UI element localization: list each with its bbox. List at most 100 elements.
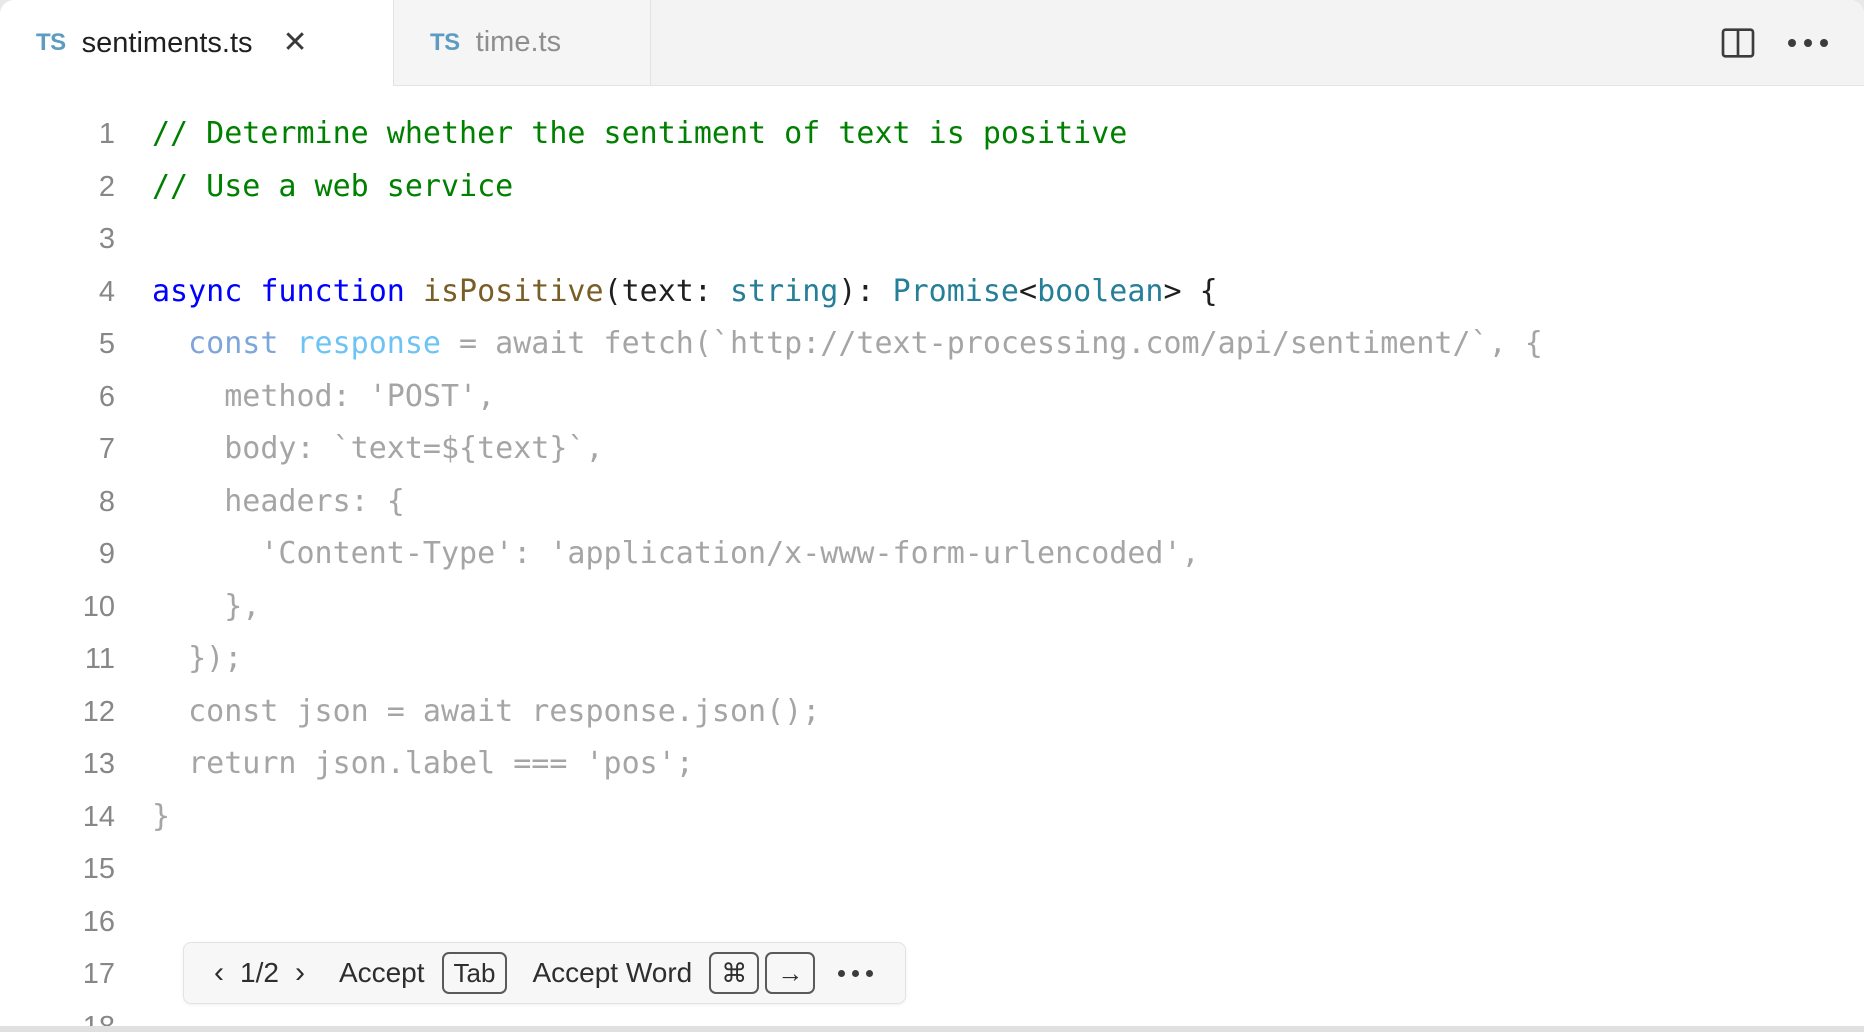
accept-word-key-command[interactable]: ⌘ [709, 952, 760, 994]
line-content: body: `text=${text}`, [115, 423, 604, 476]
line-content: }, [115, 581, 260, 634]
code-line: 16 [0, 896, 1864, 949]
line-content: async function isPositive(text: string):… [115, 266, 1218, 319]
line-number: 3 [98, 223, 115, 255]
ghost-text: return json.label === 'pos'; [152, 746, 694, 781]
ghost-text: = await fetch(`http://text-processing.co… [441, 326, 1543, 361]
suggestion-more-icon[interactable] [818, 969, 887, 977]
line-number: 1 [98, 118, 115, 150]
line-number: 10 [82, 590, 115, 623]
code-editor[interactable]: 1 // Determine whether the sentiment of … [0, 86, 1864, 1032]
dot [1804, 38, 1812, 47]
comment-token: // Determine whether the sentiment of te… [152, 116, 1128, 151]
line-content: 'Content-Type': 'application/x-www-form-… [115, 528, 1199, 581]
tab-bar-actions [1718, 0, 1864, 86]
ghost-text: headers: { [152, 483, 405, 519]
punctuation: ): [838, 273, 893, 309]
line-number: 12 [82, 695, 115, 728]
dot [1820, 38, 1828, 47]
punctuation: < [1019, 273, 1038, 309]
line-number: 11 [84, 643, 115, 675]
type-promise: Promise [892, 273, 1019, 309]
tab-time-ts[interactable]: TS time.ts [393, 0, 651, 86]
tab-bar-filler [651, 0, 1718, 86]
ghost-text: } [152, 798, 171, 834]
line-content: // Use a web service [115, 161, 513, 214]
tab-sentiments-ts[interactable]: TS sentiments.ts ✕ [0, 0, 393, 86]
line-content: // Determine whether the sentiment of te… [115, 108, 1127, 161]
code-line: 2 // Use a web service [0, 161, 1864, 214]
dot [866, 969, 874, 977]
comment-token: // Use a web service [152, 168, 514, 204]
code-line-ghost: 5 const response = await fetch(`http://t… [0, 318, 1864, 371]
dot [838, 969, 846, 977]
punctuation: > { [1163, 273, 1218, 309]
line-number: 6 [98, 380, 115, 413]
code-line-ghost: 9 'Content-Type': 'application/x-www-for… [0, 528, 1864, 581]
code-line-ghost: 8 headers: { [0, 476, 1864, 529]
ghost-text: const json = await response.json(); [152, 693, 821, 729]
line-content: const response = await fetch(`http://tex… [115, 318, 1543, 371]
line-number: 17 [82, 958, 115, 990]
function-name: isPositive [422, 273, 604, 309]
code-line-ghost: 14 } [0, 791, 1864, 844]
code-line-ghost: 11 }); [0, 633, 1864, 686]
ghost-variable-response: response [296, 326, 442, 361]
typescript-file-icon: TS [430, 28, 460, 56]
code-line: 3 [0, 213, 1864, 266]
ghost-text: }, [152, 588, 261, 624]
line-number: 5 [98, 328, 115, 360]
previous-suggestion-icon[interactable]: ‹ [202, 958, 236, 988]
line-content: headers: { [115, 476, 405, 529]
code-line: 4 async function isPositive(text: string… [0, 266, 1864, 319]
accept-key-tab[interactable]: Tab [441, 952, 508, 994]
line-number: 9 [98, 538, 115, 570]
line-number: 8 [98, 485, 115, 518]
code-line-ghost: 10 }, [0, 581, 1864, 634]
tab-bar: TS sentiments.ts ✕ TS time.ts [0, 0, 1864, 86]
accept-word-label[interactable]: Accept Word [510, 957, 706, 989]
line-number: 15 [82, 853, 115, 885]
split-editor-icon[interactable] [1718, 23, 1758, 63]
tab-label-time: time.ts [475, 26, 562, 58]
line-number: 16 [82, 905, 115, 938]
ghost-text: }); [152, 641, 243, 676]
tab-label-sentiments: sentiments.ts [81, 26, 253, 59]
editor-window: TS sentiments.ts ✕ TS time.ts 1 // Deter… [0, 0, 1864, 1032]
code-line-ghost: 12 const json = await response.json(); [0, 686, 1864, 739]
dot [1788, 38, 1796, 47]
next-suggestion-icon[interactable]: › [283, 958, 317, 988]
code-line: 15 [0, 843, 1864, 896]
ghost-text: method: 'POST', [152, 378, 496, 414]
suggestion-counter: 1/2 [240, 957, 279, 988]
code-line-ghost: 7 body: `text=${text}`, [0, 423, 1864, 476]
line-number: 13 [82, 748, 115, 780]
code-area[interactable]: 1 // Determine whether the sentiment of … [0, 86, 1864, 1032]
line-number: 4 [98, 275, 115, 308]
more-actions-icon[interactable] [1788, 38, 1828, 47]
line-number: 14 [82, 800, 115, 833]
ghost-keyword-const: const [188, 326, 297, 361]
punctuation: (text: [603, 273, 730, 309]
editor-bottom-edge [0, 1026, 1864, 1032]
line-content: }); [115, 633, 242, 686]
code-line-ghost: 6 method: 'POST', [0, 371, 1864, 424]
line-content: return json.label === 'pos'; [115, 738, 694, 791]
ghost-text: body: `text=${text}`, [152, 431, 604, 466]
typescript-file-icon: TS [36, 29, 66, 56]
accept-word-key-right-arrow[interactable]: → [765, 952, 816, 994]
line-content: const json = await response.json(); [115, 686, 820, 739]
line-content: } [115, 791, 170, 844]
dot [852, 969, 860, 977]
accept-label[interactable]: Accept [317, 957, 439, 989]
line-number: 7 [98, 433, 115, 465]
close-icon[interactable]: ✕ [283, 28, 308, 58]
line-content: method: 'POST', [115, 371, 495, 424]
type-boolean: boolean [1037, 273, 1164, 309]
code-line: 1 // Determine whether the sentiment of … [0, 108, 1864, 161]
line-number: 2 [98, 170, 115, 203]
type-string: string [730, 273, 839, 309]
code-line-ghost: 13 return json.label === 'pos'; [0, 738, 1864, 791]
inline-suggestion-toolbar[interactable]: ‹ 1/2 › Accept Tab Accept Word ⌘ → [183, 942, 907, 1004]
